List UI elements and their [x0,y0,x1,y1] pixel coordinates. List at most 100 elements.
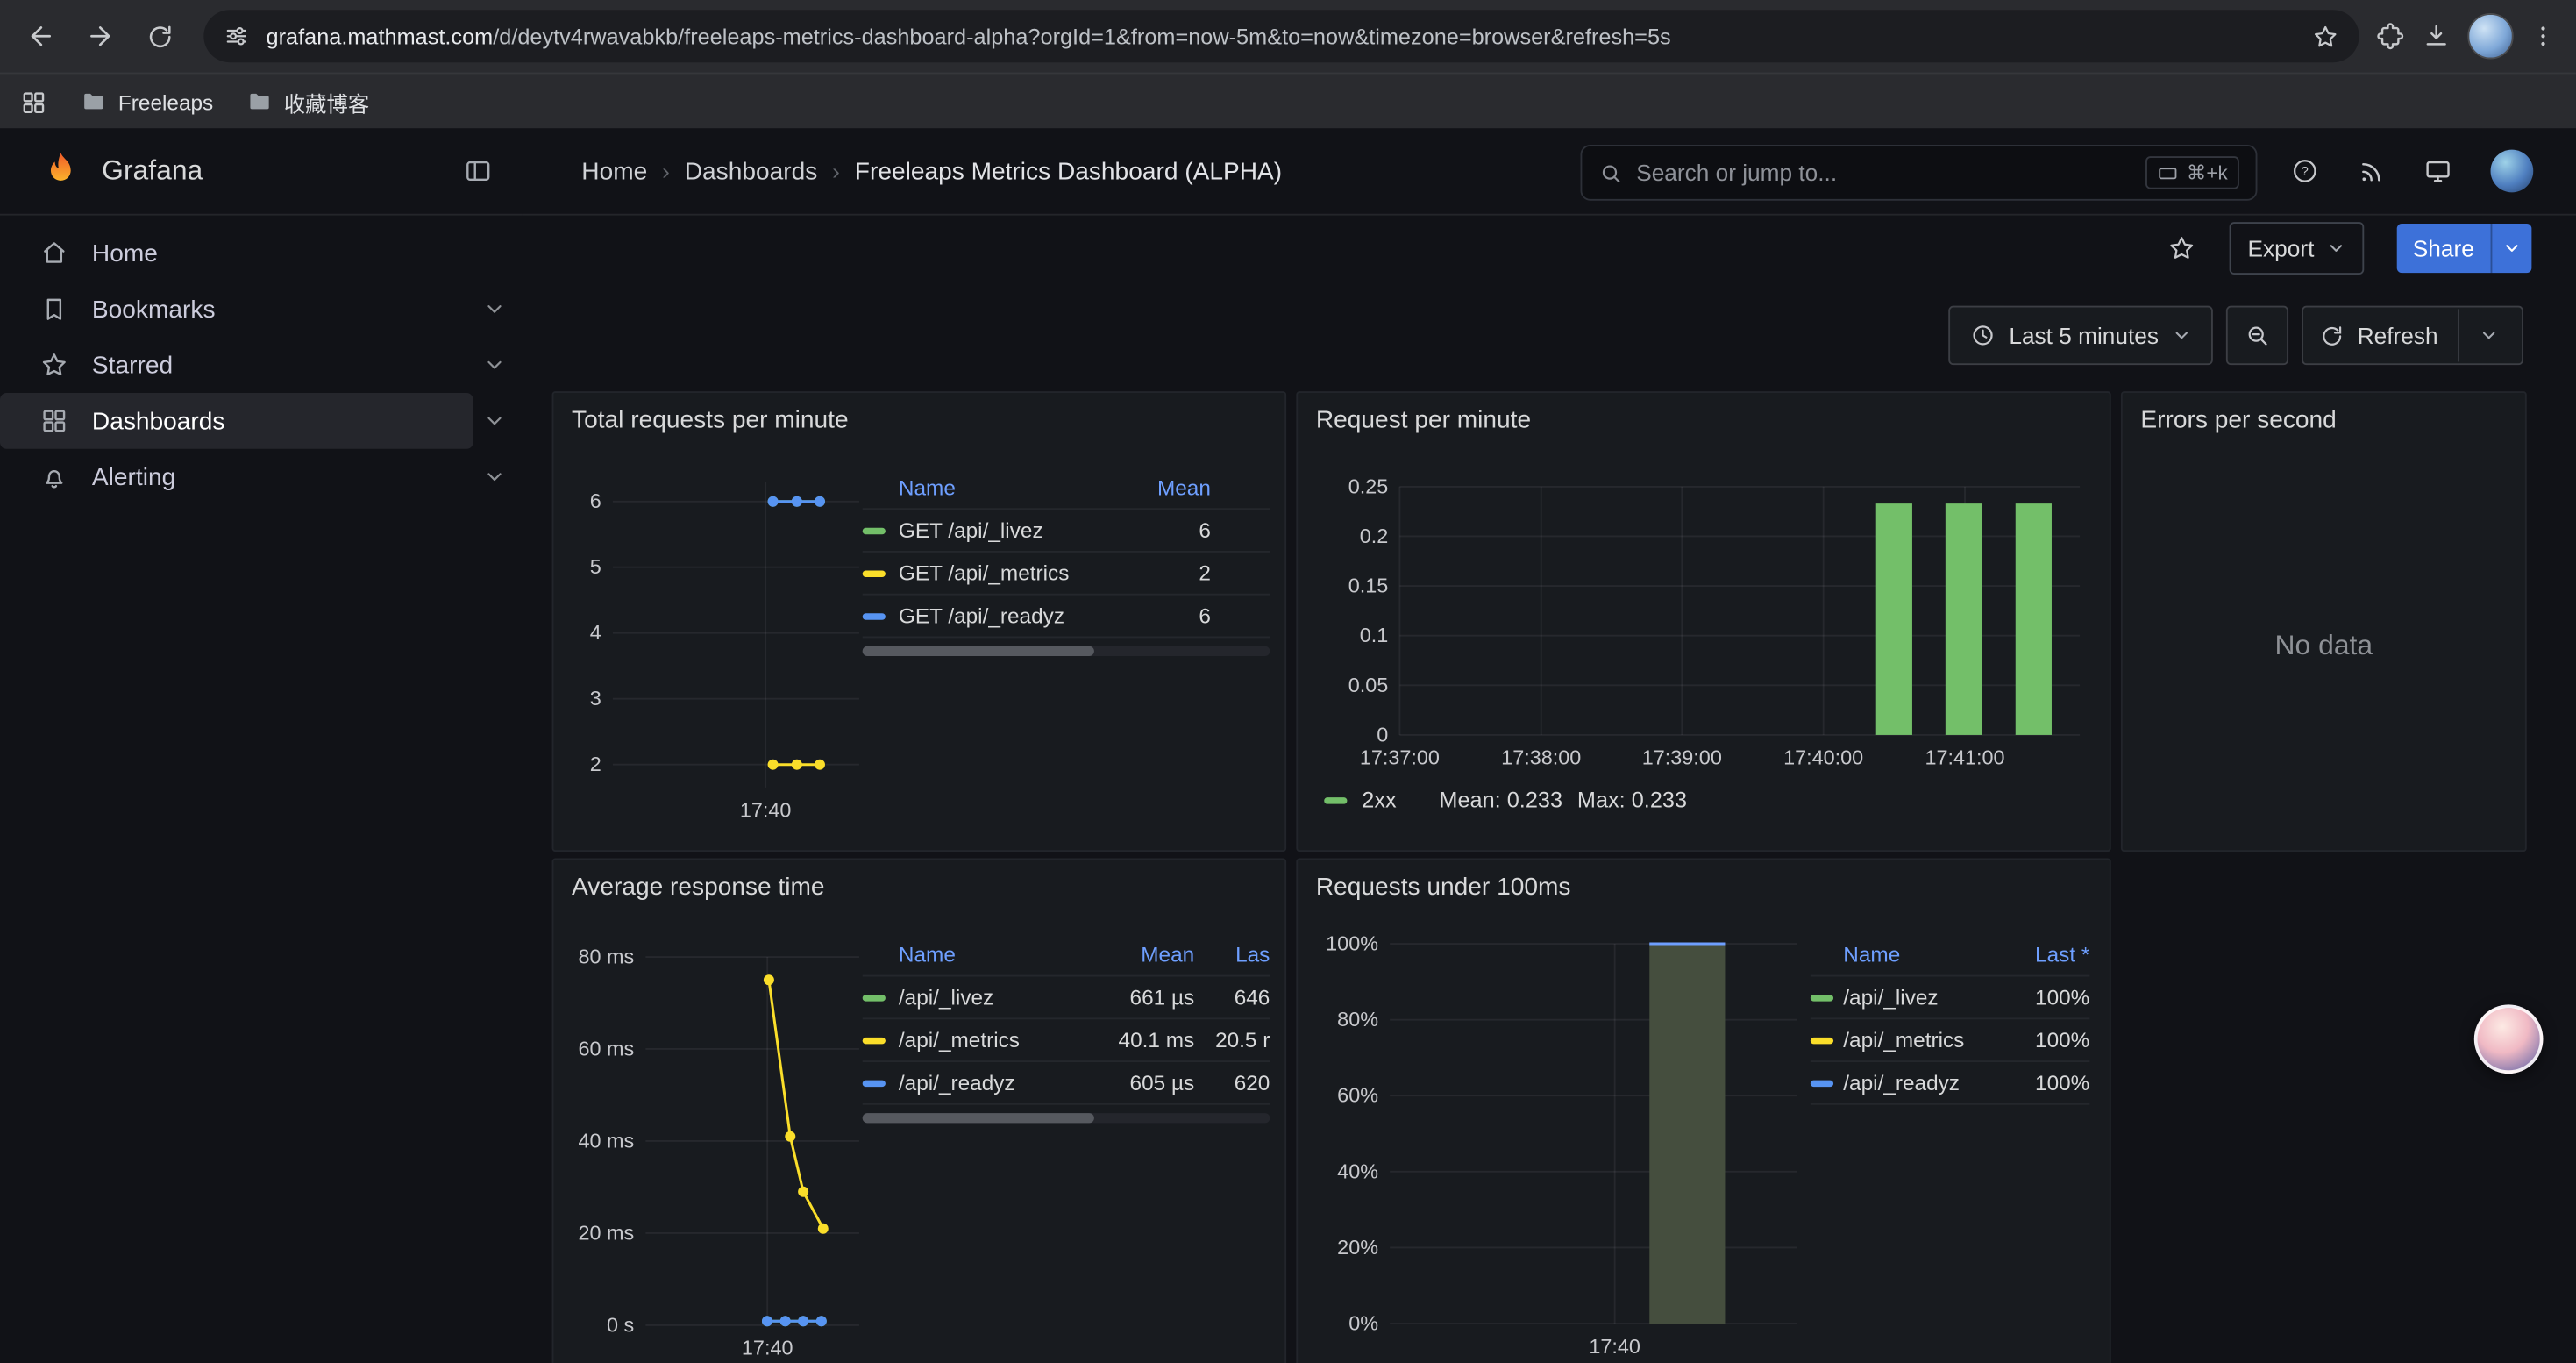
chevron-down-icon[interactable] [483,297,506,320]
browser-menu-icon[interactable] [2530,23,2556,49]
svg-text:3: 3 [590,687,601,710]
url-bar[interactable]: grafana.mathmast.com/d/deytv4rwavabkb/fr… [203,10,2359,62]
collapse-sidebar-icon[interactable] [463,156,493,186]
breadcrumb-dashboards[interactable]: Dashboards [685,157,818,185]
chevron-down-icon[interactable] [483,353,506,376]
time-range-picker[interactable]: Last 5 minutes [1948,306,2213,365]
scrollbar-thumb[interactable] [863,1113,1095,1123]
search-input[interactable]: Search or jump to... ⌘+k [1580,145,2257,201]
breadcrumb-home[interactable]: Home [581,157,647,185]
share-button[interactable]: Share [2396,224,2531,273]
legend-col-mean[interactable]: Mean [1102,941,1194,966]
bookmark-folder-blog[interactable]: 收藏博客 [246,86,370,118]
user-avatar[interactable] [2491,150,2534,193]
legend-row[interactable]: /api/_livez 661 µs 646 [863,977,1270,1020]
bookmark-star-icon[interactable] [2311,22,2339,50]
series-last: 20.5 r [1194,1028,1270,1053]
sidebar-item-home[interactable]: Home [0,225,523,282]
series-mean: 605 µs [1102,1070,1194,1095]
back-button[interactable] [13,8,69,64]
sidebar-item-dashboards[interactable]: Dashboards [0,393,523,449]
series-name[interactable]: GET /api/_metrics [899,560,1115,585]
help-icon[interactable]: ? [2290,156,2320,186]
series-color-icon [863,570,886,576]
grafana-logo[interactable] [39,150,82,193]
panel-title[interactable]: Total requests per minute [572,406,849,434]
svg-text:0%: 0% [1348,1312,1378,1335]
legend-scrollbar[interactable] [863,1113,1270,1123]
panel-title[interactable]: Errors per second [2140,406,2336,434]
bookmark-label: 收藏博客 [284,86,369,118]
svg-text:0: 0 [1377,723,1388,746]
panel-title[interactable]: Requests under 100ms [1316,873,1571,901]
sidebar-item-alerting[interactable]: Alerting [0,449,523,505]
series-color-icon [1324,796,1347,803]
browser-profile-avatar[interactable] [2467,13,2513,59]
series-name[interactable]: /api/_livez [899,985,1102,1010]
svg-text:17:39:00: 17:39:00 [1642,746,1722,769]
panel-title[interactable]: Average response time [572,873,825,901]
rss-icon[interactable] [2358,157,2386,185]
sidebar-item-starred[interactable]: Starred [0,337,523,393]
favorite-star-icon[interactable] [2167,233,2197,263]
bookmark-folder-freeleaps[interactable]: Freeleaps [81,89,213,115]
monitor-icon[interactable] [2423,156,2453,186]
brand-name: Grafana [102,154,463,187]
zoom-out-button[interactable] [2226,306,2288,365]
legend-row[interactable]: /api/_readyz 100% [1811,1062,2090,1105]
legend-col-name[interactable]: Name [1843,941,1984,966]
breadcrumb-separator: › [832,158,840,184]
series-last: 100% [1984,1070,2089,1095]
downloads-icon[interactable] [2422,21,2451,51]
legend-row[interactable]: /api/_metrics 40.1 ms 20.5 r [863,1019,1270,1062]
requests-per-minute-chart: 0.250.20.150.10.05017:37:0017:38:0017:39… [1307,459,2099,797]
search-placeholder: Search or jump to... [1636,160,2132,186]
assistant-avatar-overlay[interactable] [2474,1004,2544,1074]
svg-text:6: 6 [590,489,601,512]
series-name[interactable]: /api/_livez [1843,985,1984,1010]
chevron-down-icon[interactable] [483,410,506,432]
refresh-button[interactable]: Refresh [2302,306,2523,365]
series-name[interactable]: /api/_metrics [899,1028,1102,1053]
svg-text:100%: 100% [1326,932,1378,955]
series-name[interactable]: /api/_readyz [1843,1070,1984,1095]
series-name[interactable]: /api/_readyz [899,1070,1102,1095]
legend-row[interactable]: /api/_livez 100% [1811,977,2090,1020]
legend-col-name[interactable]: Name [899,475,1115,499]
svg-text:17:40: 17:40 [1589,1335,1640,1358]
legend-col-last[interactable]: Last * [1984,941,2089,966]
site-settings-icon[interactable] [224,23,250,49]
legend-col-mean[interactable]: Mean [1115,475,1270,499]
export-button[interactable]: Export [2230,222,2364,275]
legend-col-name[interactable]: Name [899,941,1102,966]
legend-row[interactable]: /api/_metrics 100% [1811,1019,2090,1062]
back-icon [26,21,56,51]
panel-title[interactable]: Request per minute [1316,406,1531,434]
forward-button[interactable] [72,8,128,64]
series-name[interactable]: GET /api/_readyz [899,603,1115,628]
refresh-interval-dropdown[interactable] [2473,325,2505,345]
legend-row[interactable]: GET /api/_livez 6 [863,510,1270,553]
forward-icon [85,21,115,51]
apps-grid-icon[interactable] [19,88,47,116]
legend-col-last[interactable]: Las [1194,941,1270,966]
svg-text:4: 4 [590,621,601,644]
scrollbar-thumb[interactable] [863,646,1095,656]
reload-button[interactable] [132,8,188,64]
legend-row[interactable]: /api/_readyz 605 µs 620 [863,1062,1270,1105]
dashboards-icon [39,406,69,436]
svg-text:17:40: 17:40 [740,799,792,822]
svg-text:40%: 40% [1337,1160,1378,1182]
legend-scrollbar[interactable] [863,646,1270,656]
legend-row[interactable]: GET /api/_readyz 6 [863,596,1270,639]
breadcrumb-separator: › [662,158,670,184]
series-mean: 6 [1115,517,1270,542]
chevron-down-icon[interactable] [483,466,506,489]
series-name[interactable]: GET /api/_livez [899,517,1115,542]
legend-row[interactable]: GET /api/_metrics 2 [863,553,1270,596]
extensions-icon[interactable] [2375,21,2405,51]
sidebar-item-bookmarks[interactable]: Bookmarks [0,282,523,338]
series-name[interactable]: 2xx [1362,788,1396,812]
share-dropdown-button[interactable] [2492,239,2531,258]
series-name[interactable]: /api/_metrics [1843,1028,1984,1053]
